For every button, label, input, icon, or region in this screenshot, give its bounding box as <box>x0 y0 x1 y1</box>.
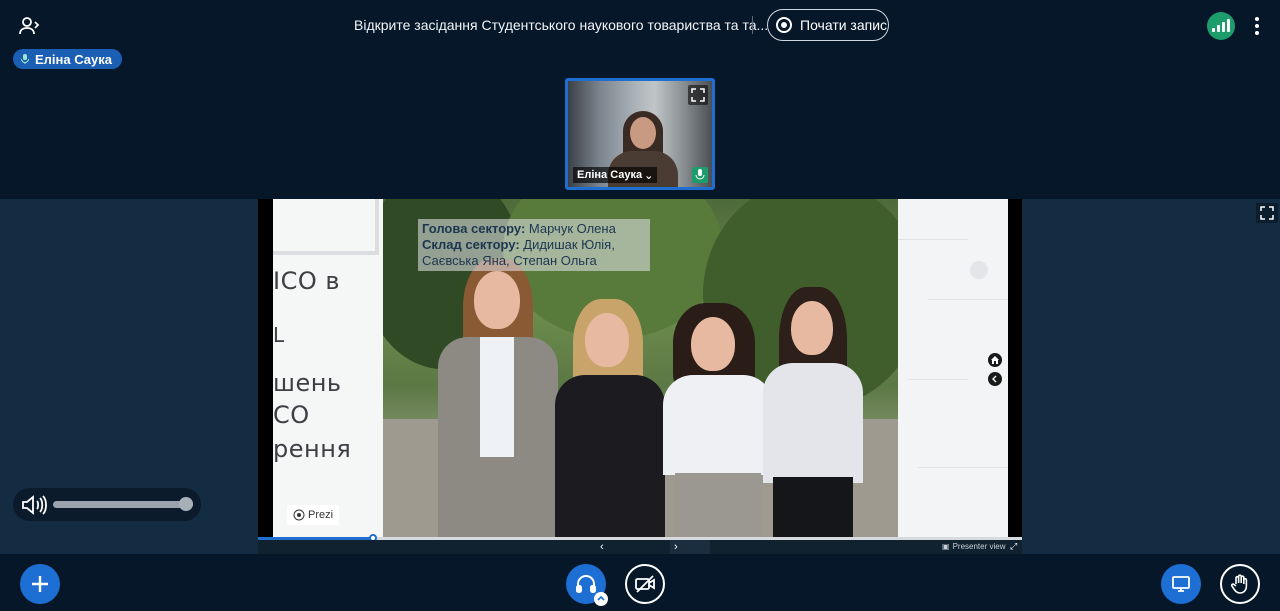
share-screen-button[interactable] <box>1161 564 1201 604</box>
slide-caption: Голова сектору: Марчук Олена Склад секто… <box>418 219 650 271</box>
person <box>663 303 773 539</box>
next-slide-icon[interactable]: › <box>670 540 710 554</box>
slide-text-line: CO <box>273 401 310 429</box>
slide-fullscreen-icon[interactable]: ⤢ <box>1010 541 1017 552</box>
actions-button[interactable] <box>20 564 60 604</box>
person <box>763 287 863 539</box>
home-icon[interactable] <box>988 353 1002 367</box>
caption-head-value: Марчук Олена <box>525 221 616 236</box>
webcam-fullscreen-icon[interactable] <box>688 85 708 105</box>
person <box>438 259 558 539</box>
chevron-up-icon[interactable] <box>594 592 608 606</box>
caption-head-label: Голова сектору: <box>422 221 526 236</box>
chevron-down-icon: ⌄ <box>644 169 654 182</box>
fullscreen-icon[interactable] <box>1256 203 1278 223</box>
connection-status-icon[interactable] <box>1207 12 1235 40</box>
slide-text-line: рення <box>273 435 352 463</box>
webcam-user-name[interactable]: Еліна Саука ⌄ <box>573 167 658 183</box>
presenter-view-icon: ▣ <box>942 542 950 551</box>
person <box>555 299 665 539</box>
user-list-toggle-icon[interactable] <box>18 14 42 38</box>
talking-indicator[interactable]: Еліна Саука <box>13 49 122 69</box>
volume-control[interactable] <box>13 488 201 521</box>
record-label: Почати запис <box>800 17 888 33</box>
monitor-icon <box>1172 576 1190 592</box>
prezi-logo: Prezi <box>287 505 340 525</box>
caption-members-label: Склад сектору: <box>422 237 520 252</box>
meeting-title: Відкрите засідання Студентського науково… <box>354 17 769 33</box>
slide-text-line: ICO в <box>273 267 340 295</box>
hand-icon <box>1230 574 1248 594</box>
volume-slider[interactable] <box>53 497 193 511</box>
plus-icon <box>32 576 48 592</box>
slide-right-panel <box>898 199 1008 539</box>
webcam-tile[interactable]: Еліна Саука ⌄ <box>565 78 715 190</box>
slide-text-line: L <box>273 323 285 347</box>
bottom-bar <box>0 554 1280 611</box>
speaker-icon[interactable] <box>20 493 48 517</box>
microphone-icon <box>692 167 708 183</box>
presenter-view-button[interactable]: ▣ Presenter view <box>942 542 1005 551</box>
title-divider <box>752 16 753 34</box>
volume-slider-knob[interactable] <box>179 497 193 511</box>
presentation-slide: ICO в L шень CO рення Голова сектору: Ма… <box>258 199 1022 539</box>
previous-slide-icon[interactable]: ‹ <box>600 540 610 554</box>
slide-controls: ‹ › ▣ Presenter view ⤢ <box>258 540 1022 554</box>
raise-hand-button[interactable] <box>1220 564 1260 604</box>
video-off-icon <box>635 575 655 593</box>
audio-button[interactable] <box>566 564 608 606</box>
headphones-icon <box>576 575 596 593</box>
start-recording-button[interactable]: Почати запис <box>767 9 889 41</box>
record-icon <box>776 17 792 33</box>
top-bar: Відкрите засідання Студентського науково… <box>0 0 1280 52</box>
more-options-icon[interactable] <box>1247 14 1267 38</box>
prezi-icon <box>293 509 305 521</box>
back-icon[interactable] <box>988 372 1002 386</box>
camera-off-button[interactable] <box>625 564 665 604</box>
slide-text-line: шень <box>273 369 342 397</box>
microphone-icon <box>21 54 29 64</box>
talking-user-name: Еліна Саука <box>35 51 112 67</box>
